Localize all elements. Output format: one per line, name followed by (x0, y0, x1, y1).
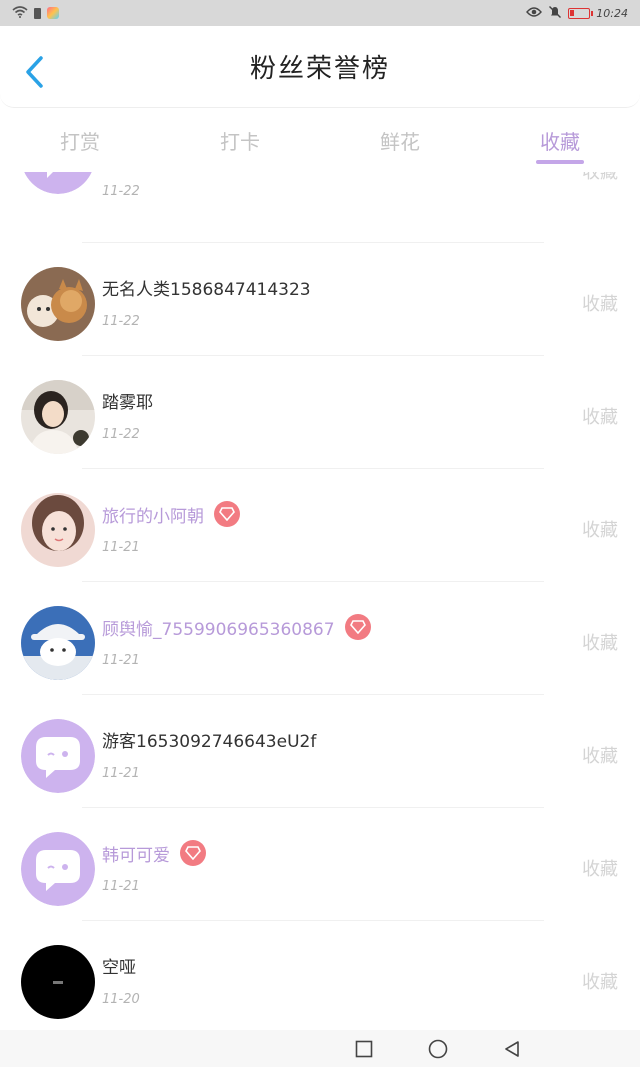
fan-name-text: 踏雾耶 (102, 393, 153, 413)
battery-icon (568, 7, 594, 19)
fan-name: 空哑 (102, 953, 136, 978)
list-item[interactable]: 旅行的小阿朝 11-21 收藏 (0, 468, 640, 581)
fan-name-text: 顾舆愉_7559906965360867 (102, 619, 335, 640)
fan-date: 11-21 (102, 766, 140, 781)
back-button[interactable] (18, 54, 50, 90)
vip-diamond-icon (214, 501, 240, 527)
list-item[interactable]: 韩可可爱 11-21 收藏 (0, 807, 640, 920)
tab-label: 打卡 (220, 129, 260, 154)
avatar[interactable] (21, 267, 95, 341)
fan-date: 11-21 (102, 540, 140, 555)
back-arrow-icon (26, 56, 43, 88)
wifi-icon (12, 5, 28, 21)
mute-icon (548, 5, 562, 22)
tab-bar: 打赏 打卡 鲜花 收藏 (0, 110, 640, 170)
list-item[interactable]: 顾舆愉_7559906965360867 11-21 收藏 (0, 581, 640, 694)
circle-icon (428, 1039, 448, 1058)
fan-name: 旅行的小阿朝 (102, 501, 240, 527)
list-item[interactable]: 游客1653092746643eU2f 11-21 收藏 (0, 694, 640, 807)
fan-date: 11-22 (102, 314, 140, 329)
avatar[interactable] (21, 719, 95, 793)
tab-reward[interactable]: 打赏 (0, 110, 160, 170)
collect-button[interactable]: 收藏 (582, 290, 618, 316)
tab-label: 打赏 (60, 129, 100, 154)
divider (82, 581, 544, 582)
collect-button[interactable]: 收藏 (582, 403, 618, 429)
triangle-back-icon (505, 1040, 519, 1057)
list-item[interactable]: 踏雾耶 11-22 收藏 (0, 355, 640, 468)
avatar[interactable] (21, 380, 95, 454)
collect-button[interactable]: 收藏 (582, 172, 618, 184)
avatar[interactable] (21, 832, 95, 906)
divider (82, 468, 544, 469)
fan-name-text: 游客1653092746643eU2f (102, 732, 317, 752)
fan-date: 11-21 (102, 879, 140, 894)
collect-button[interactable]: 收藏 (582, 742, 618, 768)
fan-date: 11-21 (102, 653, 140, 668)
sim-icon (34, 7, 41, 19)
list-item[interactable]: 无名人类1586847414323 11-22 收藏 (0, 242, 640, 355)
fan-name: 顾舆愉_7559906965360867 (102, 614, 371, 640)
status-right: 10:24 (526, 5, 628, 22)
avatar[interactable] (21, 945, 95, 1019)
divider (82, 920, 544, 921)
nav-back-button[interactable] (500, 1037, 524, 1061)
status-left (12, 5, 59, 21)
fan-list: 11-22 收藏 无名人类1586847414323 11-22 收藏 踏雾耶 … (0, 172, 640, 1030)
recent-apps-button[interactable] (352, 1037, 376, 1061)
avatar[interactable] (21, 493, 95, 567)
collect-button[interactable]: 收藏 (582, 855, 618, 881)
eye-icon (526, 6, 543, 21)
fan-name: 韩可可爱 (102, 840, 206, 866)
avatar[interactable] (21, 606, 95, 680)
fan-date: 11-22 (102, 427, 140, 442)
app-notification-icon (47, 7, 59, 19)
fan-name: 游客1653092746643eU2f (102, 727, 316, 752)
divider (82, 355, 544, 356)
list-item[interactable]: 空哑 11-20 收藏 (0, 920, 640, 1030)
status-bar: 10:24 (0, 0, 640, 26)
vip-diamond-icon (344, 614, 371, 640)
fan-date: 11-22 (102, 184, 140, 199)
header: 粉丝荣誉榜 (0, 26, 640, 108)
tab-collect[interactable]: 收藏 (480, 110, 640, 170)
divider (82, 242, 544, 243)
screen: 10:24 粉丝荣誉榜 打赏 打卡 鲜花 收藏 11-22 收藏 无名人类158… (0, 0, 640, 1067)
fan-name-text: 空哑 (102, 958, 136, 978)
fan-name-text: 旅行的小阿朝 (102, 506, 204, 527)
status-time: 10:24 (596, 6, 628, 20)
divider (82, 807, 544, 808)
home-button[interactable] (426, 1037, 450, 1061)
system-nav-bar (0, 1030, 640, 1067)
fan-name: 踏雾耶 (102, 388, 153, 413)
fan-name: 无名人类1586847414323 (102, 275, 311, 300)
collect-button[interactable]: 收藏 (582, 516, 618, 542)
fan-name-text: 无名人类1586847414323 (102, 280, 311, 300)
fan-name-text: 韩可可爱 (102, 845, 170, 866)
tab-checkin[interactable]: 打卡 (160, 110, 320, 170)
fan-date: 11-20 (102, 992, 140, 1007)
avatar[interactable] (21, 172, 95, 194)
square-icon (355, 1040, 373, 1057)
page-title: 粉丝荣誉榜 (249, 54, 390, 84)
vip-diamond-icon (180, 840, 206, 866)
tab-flowers[interactable]: 鲜花 (320, 110, 480, 170)
collect-button[interactable]: 收藏 (582, 629, 618, 655)
tab-label: 收藏 (540, 129, 580, 154)
tab-label: 鲜花 (380, 129, 420, 154)
collect-button[interactable]: 收藏 (582, 968, 618, 994)
divider (82, 694, 544, 695)
tab-active-indicator (536, 160, 584, 164)
